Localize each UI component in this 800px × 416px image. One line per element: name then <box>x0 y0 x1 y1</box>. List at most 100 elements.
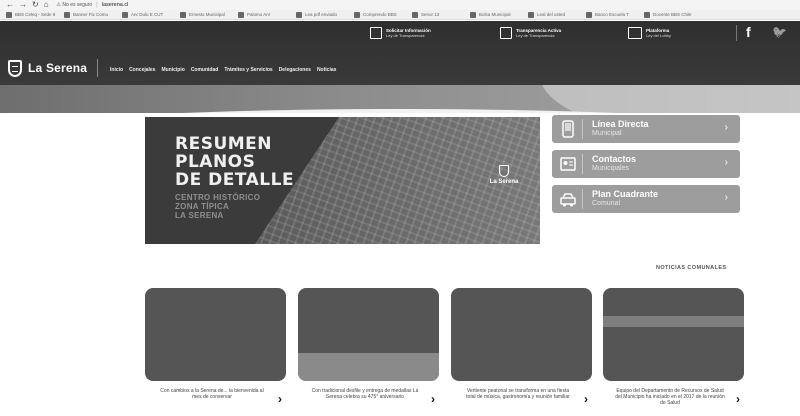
nav-inicio[interactable]: Inicio <box>110 67 123 73</box>
chevron-right-icon[interactable]: › <box>278 392 282 406</box>
bookmarks-bar: BBS Celeq - Sede 8 Banner Fix Comu Anr D… <box>0 10 800 20</box>
tb-line2: Ley de Transparencia <box>386 33 425 38</box>
bookmark-label: Banco Escuela T <box>595 12 629 17</box>
news-heading: NOTICIAS COMUNALES <box>656 265 727 271</box>
reload-icon[interactable]: ↻ <box>32 1 39 9</box>
forward-icon[interactable]: → <box>19 1 27 9</box>
news-caption[interactable]: Con cambios a la Serena de... la bienven… <box>157 388 267 400</box>
nav-comunidad[interactable]: Comunidad <box>191 67 219 73</box>
phone-icon <box>562 120 574 138</box>
site-logo[interactable]: La Serena <box>8 59 99 77</box>
favicon-icon <box>122 11 128 18</box>
news-card[interactable]: Equipo del Departamento de Recursos de S… <box>603 288 744 406</box>
news-caption[interactable]: Equipo del Departamento de Recursos de S… <box>615 388 725 406</box>
quick-link-plan-cuadrante[interactable]: Plan Cuadrante Comunal › <box>552 185 740 213</box>
bookmark-item[interactable]: Bolsa Municipal <box>470 11 522 18</box>
band-curve <box>540 85 800 113</box>
hero-badge: La Serena <box>481 165 527 199</box>
nav-delegaciones[interactable]: Delegaciones <box>279 67 311 73</box>
home-icon[interactable]: ⌂ <box>44 1 49 9</box>
security-label: No es seguro <box>62 2 93 8</box>
news-photo[interactable] <box>603 288 744 381</box>
transparencia-activa-link[interactable]: Transparencia Activa Ley de Transparenci… <box>500 27 561 39</box>
news-caption[interactable]: Con tradicional desfile y entrega de med… <box>310 388 420 400</box>
bookmark-label: BBS Celeq - Sede 8 <box>15 12 56 17</box>
briefcase-icon <box>628 27 642 39</box>
bookmark-item[interactable]: Docente BBS Chile <box>644 11 696 18</box>
favicon-icon <box>644 11 650 18</box>
quick-link-title: Línea Directa <box>592 119 649 129</box>
nav-noticias[interactable]: Noticias <box>317 67 336 73</box>
transparency-bar: Solicitar Información Ley de Transparenc… <box>0 21 800 43</box>
news-photo[interactable] <box>298 288 439 381</box>
chevron-right-icon[interactable]: › <box>431 392 435 406</box>
favicon-icon <box>64 11 70 18</box>
logo-text: La Serena <box>28 61 88 75</box>
url-input[interactable]: laserena.cl <box>102 2 129 8</box>
hero-badge-text: La Serena <box>489 179 519 185</box>
bookmark-item[interactable]: Palomo Anr <box>238 11 290 18</box>
coat-of-arms-icon <box>499 165 509 177</box>
back-icon[interactable]: ← <box>6 1 14 9</box>
news-card[interactable]: Con cambios a la Serena de... la bienven… <box>145 288 286 406</box>
bookmark-item[interactable]: Anr Dulu E CUT <box>122 11 174 18</box>
coat-of-arms-icon <box>8 59 22 77</box>
hero-banner[interactable]: RESUMEN PLANOS DE DETALLE CENTRO HISTÓRI… <box>145 117 540 244</box>
quick-link-title: Plan Cuadrante <box>592 189 659 199</box>
chevron-right-icon: › <box>724 157 728 168</box>
favicon-icon <box>6 11 12 18</box>
bookmark-label: Lea pdf enviado <box>305 12 338 17</box>
nav-municipio[interactable]: Municipio <box>161 67 184 73</box>
bookmark-item[interactable]: Senor 13 <box>412 11 464 18</box>
favicon-icon <box>586 11 592 18</box>
bookmark-item[interactable]: Banner Fix Comu <box>64 11 116 18</box>
bookmark-item[interactable]: Lea pdf enviado <box>296 11 348 18</box>
bookmark-label: Docente BBS Chile <box>653 12 692 17</box>
favicon-icon <box>412 11 418 18</box>
favicon-icon <box>354 11 360 18</box>
twitter-icon[interactable]: 🐦 <box>772 25 787 39</box>
quick-link-linea-directa[interactable]: Línea Directa Municipal › <box>552 115 740 143</box>
chevron-right-icon[interactable]: › <box>584 392 588 406</box>
tb-text: Plataforma Ley del Lobby <box>646 28 671 38</box>
police-car-icon <box>560 193 576 207</box>
social-divider <box>736 25 737 41</box>
favicon-icon <box>238 11 244 18</box>
bookmark-item[interactable]: Comprendo BBS <box>354 11 406 18</box>
news-photo[interactable] <box>451 288 592 381</box>
decorative-band <box>0 85 800 113</box>
bookmark-label: Leal del usted <box>537 12 566 17</box>
quick-link-subtitle: Municipal <box>592 130 622 137</box>
bookmark-label: Anr Dulu E CUT <box>131 12 164 17</box>
security-warning[interactable]: ⚠ No es seguro <box>57 2 93 8</box>
quick-link-text: Línea Directa Municipal <box>592 120 649 138</box>
bookmark-item[interactable]: Leal del usted <box>528 11 580 18</box>
bookmark-item[interactable]: Banco Escuela T <box>586 11 638 18</box>
quick-link-text: Plan Cuadrante Comunal <box>592 190 658 208</box>
main-nav: Inicio Concejales Municipio Comunidad Tr… <box>110 67 336 73</box>
solicitar-informacion-link[interactable]: Solicitar Información Ley de Transparenc… <box>370 27 431 39</box>
bookmark-item[interactable]: BBS Celeq - Sede 8 <box>6 11 58 18</box>
plataforma-lobby-link[interactable]: Plataforma Ley del Lobby <box>628 27 671 39</box>
tb-text: Transparencia Activa Ley de Transparenci… <box>516 28 561 38</box>
bookmark-item[interactable]: Ernesto Munisipal <box>180 11 232 18</box>
quick-link-text: Contactos Municipales <box>592 155 636 173</box>
url-separator: | <box>96 2 98 8</box>
chevron-right-icon: › <box>724 122 728 133</box>
chevron-right-icon[interactable]: › <box>736 392 740 406</box>
tb-line2: Ley de Transparencia <box>516 33 555 38</box>
facebook-icon[interactable]: f <box>746 24 751 40</box>
favicon-icon <box>296 11 302 18</box>
news-card[interactable]: Con tradicional desfile y entrega de med… <box>298 288 439 406</box>
quick-link-divider <box>582 154 583 174</box>
nav-tramites[interactable]: Trámites y Servicios <box>224 67 272 73</box>
news-card[interactable]: Vertiente peatonal se transforma en una … <box>451 288 592 406</box>
favicon-icon <box>470 11 476 18</box>
quick-link-subtitle: Municipales <box>592 165 629 172</box>
news-caption[interactable]: Vertiente peatonal se transforma en una … <box>463 388 573 400</box>
news-photo[interactable] <box>145 288 286 381</box>
quick-link-contactos[interactable]: Contactos Municipales › <box>552 150 740 178</box>
nav-concejales[interactable]: Concejales <box>129 67 155 73</box>
hero-title: RESUMEN PLANOS DE DETALLE <box>175 134 295 190</box>
bookmark-label: Palomo Anr <box>247 12 271 17</box>
